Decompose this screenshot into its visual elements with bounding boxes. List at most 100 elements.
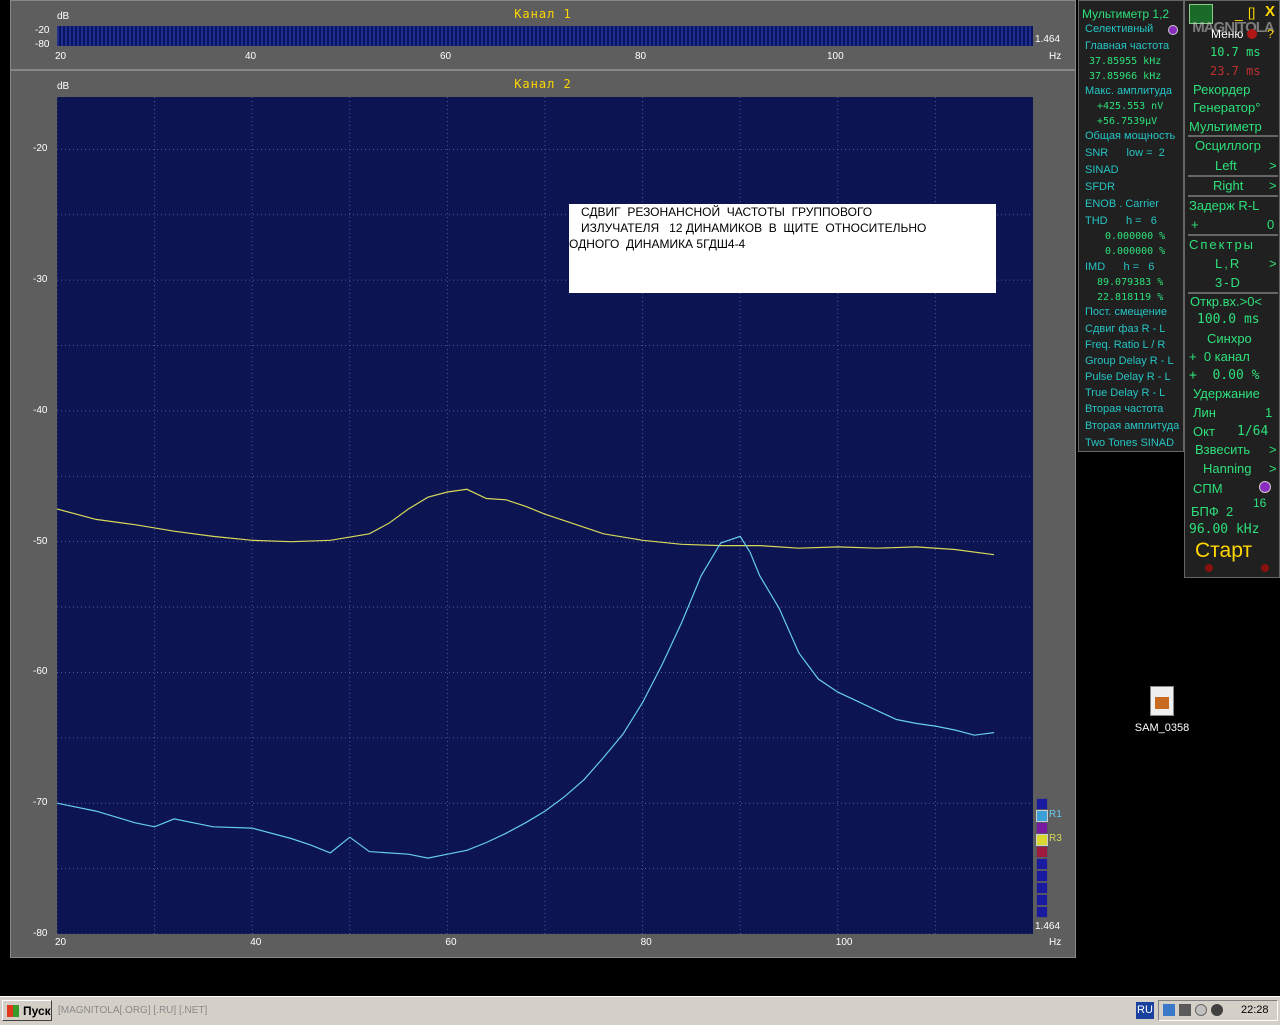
fft-size-button[interactable]: БПФ 2 bbox=[1191, 504, 1233, 519]
start-menu-button[interactable]: Пуск bbox=[2, 1000, 52, 1021]
channel-1-y-tick: -20 bbox=[35, 25, 50, 36]
psd-indicator[interactable] bbox=[1259, 481, 1271, 493]
chevron-right-icon[interactable]: > bbox=[1269, 461, 1277, 476]
legend-swatch-r1[interactable] bbox=[1036, 810, 1048, 822]
freq-ratio-item[interactable]: Freq. Ratio L / R bbox=[1085, 339, 1165, 351]
max-amplitude-item[interactable]: Макс. амплитуда bbox=[1085, 85, 1172, 97]
delay-rl-button[interactable]: Задерж R-L bbox=[1189, 198, 1259, 213]
lin-value: 1 bbox=[1265, 405, 1273, 420]
menu-button[interactable]: Меню bbox=[1211, 27, 1243, 41]
main-frequency-value-1: 37.85955 kHz bbox=[1089, 56, 1162, 67]
group-delay-item[interactable]: Group Delay R - L bbox=[1085, 355, 1174, 367]
pulse-delay-item[interactable]: Pulse Delay R - L bbox=[1085, 371, 1171, 383]
desktop-icon-sam-0358[interactable]: SAM_0358 bbox=[1130, 686, 1194, 742]
minimize-button[interactable]: _ bbox=[1235, 5, 1243, 21]
separator bbox=[1188, 195, 1278, 197]
right-channel-button[interactable]: Right bbox=[1213, 178, 1243, 193]
legend-swatch[interactable] bbox=[1036, 894, 1048, 906]
recorder-button[interactable]: Рекордер bbox=[1193, 82, 1250, 97]
open-input-button[interactable]: Откр.вх.>0< bbox=[1190, 294, 1262, 309]
open-input-value: 100.0 ms bbox=[1197, 312, 1260, 327]
main-frequency-value-2: 37.85966 kHz bbox=[1089, 71, 1162, 82]
imd-item[interactable]: IMD h = 6 bbox=[1085, 261, 1154, 273]
y-tick-label: -70 bbox=[33, 797, 48, 809]
channel-1-plot[interactable] bbox=[57, 26, 1033, 46]
lin-button[interactable]: Лин bbox=[1193, 405, 1216, 420]
tray-status-icon[interactable] bbox=[1211, 1004, 1223, 1016]
chevron-right-icon[interactable]: > bbox=[1269, 178, 1277, 193]
selective-indicator[interactable] bbox=[1168, 25, 1178, 35]
spectra-button[interactable]: Спектры bbox=[1189, 237, 1255, 252]
start-button[interactable]: Старт bbox=[1195, 539, 1252, 563]
dc-offset-item[interactable]: Пост. смещение bbox=[1085, 306, 1167, 318]
enob-item[interactable]: ENOB . Carrier bbox=[1085, 198, 1159, 210]
legend-swatch[interactable] bbox=[1036, 870, 1048, 882]
sample-rate-value[interactable]: 96.00 kHz bbox=[1189, 522, 1259, 537]
second-amplitude-item[interactable]: Вторая амплитуда bbox=[1085, 420, 1179, 432]
hanning-window-button[interactable]: Hanning bbox=[1203, 461, 1251, 476]
oct-button[interactable]: Окт bbox=[1193, 424, 1215, 439]
channel-2-window: Канал 2 dB -20 -30 -40 -50 -60 -70 -80 20 40 60 80… bbox=[10, 70, 1076, 958]
legend-swatch[interactable] bbox=[1036, 858, 1048, 870]
lr-button[interactable]: L,R bbox=[1215, 256, 1241, 271]
snr-item[interactable]: SNR low = 2 bbox=[1085, 147, 1165, 159]
true-delay-item[interactable]: True Delay R - L bbox=[1085, 387, 1165, 399]
thd-item[interactable]: THD h = 6 bbox=[1085, 215, 1157, 227]
channel-1-title: Канал 1 bbox=[514, 7, 572, 21]
second-frequency-item[interactable]: Вторая частота bbox=[1085, 403, 1163, 415]
speaker-icon[interactable] bbox=[1179, 1004, 1191, 1016]
time-value-2: 23.7 ms bbox=[1210, 64, 1261, 78]
oscillograph-button[interactable]: Осциллогр bbox=[1195, 138, 1261, 153]
x-tick-label: 100 bbox=[835, 937, 853, 948]
delay-plus-button[interactable]: + bbox=[1191, 217, 1199, 232]
desktop: Канал 1 dB -20 -80 1.464 20 40 60 80 100… bbox=[0, 0, 1280, 996]
legend-swatch-r3[interactable] bbox=[1036, 834, 1048, 846]
total-power-item[interactable]: Общая мощность bbox=[1085, 130, 1175, 142]
left-indicator-led bbox=[1205, 564, 1213, 572]
restore-button[interactable]: [] bbox=[1248, 5, 1255, 20]
tray-app-icon[interactable] bbox=[1163, 1004, 1175, 1016]
hold-button[interactable]: Удержание bbox=[1193, 386, 1260, 401]
y-tick-label: -30 bbox=[33, 274, 48, 286]
taskbar-clock[interactable]: 22:28 bbox=[1241, 1004, 1269, 1016]
legend-swatch[interactable] bbox=[1036, 906, 1048, 918]
generator-button[interactable]: Генератор° bbox=[1193, 100, 1260, 115]
sfdr-item[interactable]: SFDR bbox=[1085, 181, 1115, 193]
chevron-right-icon[interactable]: > bbox=[1269, 442, 1277, 457]
selective-item[interactable]: Селективный bbox=[1085, 23, 1153, 35]
main-frequency-item[interactable]: Главная частота bbox=[1085, 40, 1169, 52]
language-indicator[interactable]: RU bbox=[1136, 1002, 1154, 1019]
channel-1-x-unit: Hz bbox=[1049, 51, 1062, 62]
y-tick-label: -20 bbox=[33, 143, 48, 155]
chevron-right-icon[interactable]: > bbox=[1269, 158, 1277, 173]
multimeter-button[interactable]: Мультиметр bbox=[1189, 119, 1262, 134]
weigh-button[interactable]: Взвесить bbox=[1195, 442, 1250, 457]
multimeter-panel: Мультиметр 1,2 Селективный Главная часто… bbox=[1078, 0, 1184, 452]
close-button[interactable]: X bbox=[1265, 3, 1275, 20]
legend-swatch[interactable] bbox=[1036, 882, 1048, 894]
phase-shift-item[interactable]: Сдвиг фаз R - L bbox=[1085, 323, 1165, 335]
channel-legend[interactable] bbox=[1036, 798, 1048, 918]
sync-percent[interactable]: + 0.00 % bbox=[1189, 368, 1259, 383]
two-tones-sinad-item[interactable]: Two Tones SINAD bbox=[1085, 437, 1174, 449]
start-label: Пуск bbox=[23, 1004, 51, 1018]
y-tick-label: -60 bbox=[33, 666, 48, 678]
left-channel-button[interactable]: Left bbox=[1215, 158, 1237, 173]
legend-swatch[interactable] bbox=[1036, 798, 1048, 810]
sinad-item[interactable]: SINAD bbox=[1085, 164, 1119, 176]
sync-channel[interactable]: + 0 канал bbox=[1189, 349, 1250, 364]
channel-1-x-tick: 40 bbox=[245, 51, 257, 62]
y-tick-label: -50 bbox=[33, 535, 48, 547]
legend-swatch[interactable] bbox=[1036, 846, 1048, 858]
tray-clock-icon[interactable] bbox=[1195, 1004, 1207, 1016]
y-tick-label: -80 bbox=[33, 928, 48, 939]
chevron-right-icon[interactable]: > bbox=[1269, 256, 1277, 271]
channel-1-scale-value: 1.464 bbox=[1035, 34, 1061, 45]
3d-button[interactable]: 3-D bbox=[1215, 275, 1242, 290]
sync-button[interactable]: Синхро bbox=[1207, 331, 1252, 346]
help-button[interactable]: ? bbox=[1267, 27, 1274, 41]
psd-button[interactable]: СПМ bbox=[1193, 481, 1223, 496]
x-tick-label: 60 bbox=[445, 937, 457, 948]
channel-1-y-tick: -80 bbox=[35, 39, 50, 50]
legend-swatch[interactable] bbox=[1036, 822, 1048, 834]
